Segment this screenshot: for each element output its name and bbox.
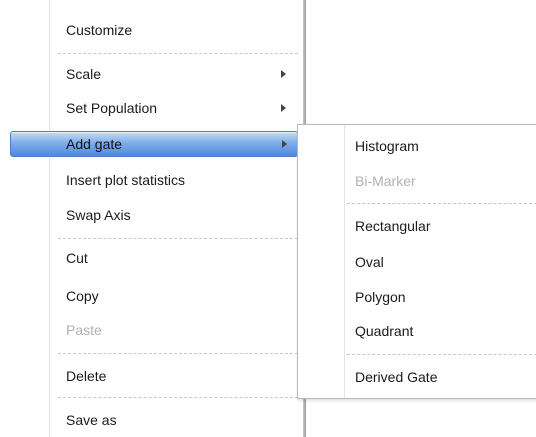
menu-item-scale[interactable]: Scale bbox=[0, 61, 303, 87]
menu-separator bbox=[58, 238, 298, 239]
menu-item-set-population[interactable]: Set Population bbox=[0, 95, 303, 121]
submenu-item-oval[interactable]: Oval bbox=[298, 249, 536, 275]
menu-item-label: Add gate bbox=[66, 136, 123, 152]
submenu-item-label: Quadrant bbox=[355, 323, 414, 339]
menu-item-delete[interactable]: Delete bbox=[0, 363, 303, 389]
menu-item-label: Customize bbox=[66, 22, 133, 38]
submenu-item-label: Histogram bbox=[355, 138, 419, 154]
submenu-item-histogram[interactable]: Histogram bbox=[298, 133, 536, 159]
menu-item-label: Cut bbox=[66, 250, 88, 266]
menu-item-paste: Paste bbox=[0, 317, 303, 343]
submenu-item-derived-gate[interactable]: Derived Gate bbox=[298, 364, 536, 390]
menu-item-label: Save as bbox=[66, 412, 117, 428]
menu-item-label: Paste bbox=[66, 322, 102, 338]
menu-separator bbox=[58, 53, 298, 54]
menu-separator bbox=[58, 353, 298, 354]
submenu-arrow-icon bbox=[282, 140, 287, 148]
menu-item-label: Scale bbox=[66, 66, 102, 82]
submenu-item-label: Bi-Marker bbox=[355, 173, 416, 189]
submenu-item-label: Derived Gate bbox=[355, 369, 438, 385]
menu-item-swap-axis[interactable]: Swap Axis bbox=[0, 202, 303, 228]
submenu-item-rectangular[interactable]: Rectangular bbox=[298, 213, 536, 239]
menu-item-copy[interactable]: Copy bbox=[0, 283, 303, 309]
submenu-item-label: Polygon bbox=[355, 289, 406, 305]
add-gate-submenu: Histogram Bi-Marker Rectangular Oval Pol… bbox=[297, 124, 536, 399]
menu-item-label: Delete bbox=[66, 368, 107, 384]
menu-item-save-as[interactable]: Save as bbox=[0, 407, 303, 433]
submenu-item-quadrant[interactable]: Quadrant bbox=[298, 318, 536, 344]
menu-separator bbox=[58, 397, 298, 398]
submenu-item-label: Oval bbox=[355, 254, 384, 270]
menu-item-label: Insert plot statistics bbox=[66, 172, 186, 188]
submenu-arrow-icon bbox=[281, 70, 286, 78]
menu-item-label: Set Population bbox=[66, 100, 158, 116]
menu-item-insert-plot-statistics[interactable]: Insert plot statistics bbox=[0, 167, 303, 193]
menu-item-label: Swap Axis bbox=[66, 207, 131, 223]
submenu-item-polygon[interactable]: Polygon bbox=[298, 284, 536, 310]
menu-item-customize[interactable]: Customize bbox=[0, 17, 303, 43]
submenu-arrow-icon bbox=[281, 104, 286, 112]
submenu-item-bi-marker: Bi-Marker bbox=[298, 168, 536, 194]
submenu-separator bbox=[347, 354, 536, 355]
submenu-separator bbox=[347, 203, 536, 204]
menu-item-cut[interactable]: Cut bbox=[0, 245, 303, 271]
context-menu: Customize Scale Set Population Add gate … bbox=[0, 0, 306, 437]
submenu-item-label: Rectangular bbox=[355, 218, 431, 234]
menu-item-add-gate[interactable]: Add gate bbox=[10, 131, 298, 157]
menu-item-label: Copy bbox=[66, 288, 99, 304]
